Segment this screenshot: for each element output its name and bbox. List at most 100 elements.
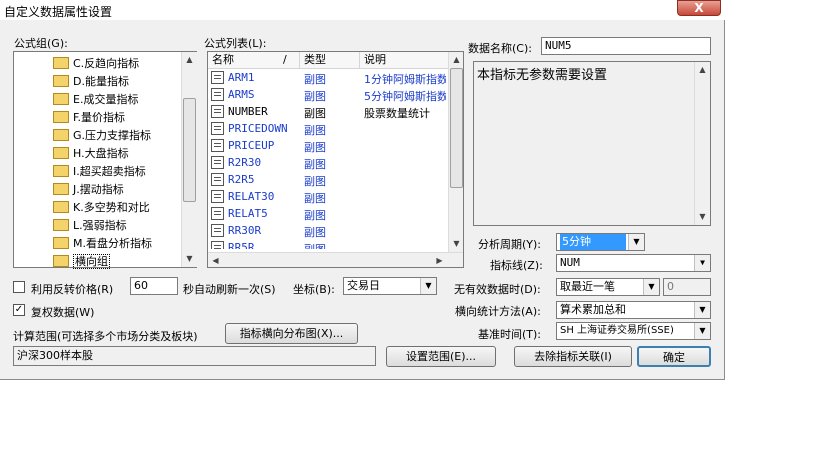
tree-item[interactable]: H.大盘指标 <box>53 145 129 163</box>
tree-item-label: L.强弱指标 <box>73 219 127 232</box>
tree-item[interactable]: J.摆动指标 <box>53 181 124 199</box>
formula-icon <box>211 207 224 220</box>
refresh-seconds-input[interactable]: 60 <box>130 277 178 295</box>
scroll-down-icon[interactable]: ▼ <box>182 251 197 267</box>
cell-type: 副图 <box>304 209 326 222</box>
chevron-down-icon[interactable]: ▼ <box>694 323 710 339</box>
formula-list[interactable]: 名称 / 类型 说明 ARM1 副图 1分钟阿姆斯指数 ARMS 副图 5分钟阿姆斯指数 NU… <box>207 51 464 268</box>
tree-item-label: E.成交量指标 <box>73 93 139 106</box>
cell-type: 副图 <box>304 226 326 239</box>
tree-item[interactable]: C.反趋向指标 <box>53 55 139 73</box>
cell-description: 1分钟阿姆斯指数 <box>364 73 446 86</box>
description-box: 本指标无参数需要设置 ▲ ▼ <box>473 61 711 226</box>
reverse-price-checkbox[interactable] <box>13 281 25 293</box>
close-button[interactable]: X <box>677 0 721 16</box>
tree-item[interactable]: D.能量指标 <box>53 73 129 91</box>
tree-item[interactable]: L.强弱指标 <box>53 217 127 235</box>
scroll-thumb[interactable] <box>183 98 196 202</box>
indicator-line-select[interactable]: NUM ▼ <box>556 254 711 272</box>
folder-icon <box>53 183 69 195</box>
axis-select[interactable]: 交易日 ▼ <box>343 277 437 295</box>
ok-button[interactable]: 确定 <box>637 346 711 367</box>
table-row[interactable]: RELAT5 副图 <box>208 205 448 222</box>
cell-type: 副图 <box>304 141 326 154</box>
chevron-down-icon[interactable]: ▼ <box>628 234 644 250</box>
scope-field: 沪深300样本股 <box>13 346 376 366</box>
stat-method-select[interactable]: 算术累加总和 ▼ <box>556 301 711 319</box>
scroll-up-icon[interactable]: ▲ <box>449 52 463 68</box>
table-row[interactable]: RR30R 副图 <box>208 222 448 239</box>
table-row[interactable]: NUMBER 副图 股票数量统计 <box>208 103 448 120</box>
list-hscrollbar[interactable]: ◀ ▶ <box>208 252 463 267</box>
adjusted-data-checkbox[interactable]: ✓ <box>13 304 25 316</box>
cell-name: RR5R <box>228 241 255 249</box>
invalid-data-select[interactable]: 取最近一笔 ▼ <box>556 278 660 296</box>
cell-type: 副图 <box>304 158 326 171</box>
column-header-desc[interactable]: 说明 <box>360 52 450 69</box>
data-name-input[interactable]: NUM5 <box>541 37 711 55</box>
scroll-up-icon[interactable]: ▲ <box>695 62 710 78</box>
formula-icon <box>211 88 224 101</box>
folder-icon <box>53 75 69 87</box>
period-label: 分析周期(Y): <box>478 238 542 251</box>
table-row[interactable]: PRICEDOWN 副图 <box>208 120 448 137</box>
table-row[interactable]: RR5R 副图 <box>208 239 448 249</box>
scroll-right-icon[interactable]: ▶ <box>432 253 447 267</box>
chevron-down-icon[interactable]: ▼ <box>694 255 710 271</box>
tree-item[interactable]: E.成交量指标 <box>53 91 138 109</box>
table-row[interactable]: R2R5 副图 <box>208 171 448 188</box>
table-row[interactable]: ARM1 副图 1分钟阿姆斯指数 <box>208 69 448 86</box>
formula-icon <box>211 105 224 118</box>
cell-type: 副图 <box>304 241 326 249</box>
formula-icon <box>211 139 224 152</box>
tree-item-label: C.反趋向指标 <box>73 57 140 70</box>
cell-name: R2R5 <box>228 173 255 186</box>
list-vscrollbar[interactable]: ▲ ▼ <box>448 52 463 252</box>
column-header-name[interactable]: 名称 / <box>208 52 300 69</box>
scroll-down-icon[interactable]: ▼ <box>695 209 710 225</box>
chevron-down-icon[interactable]: ▼ <box>420 278 436 294</box>
table-row[interactable]: ARMS 副图 5分钟阿姆斯指数 <box>208 86 448 103</box>
invalid-data-value-input[interactable]: 0 <box>663 278 711 296</box>
scroll-left-icon[interactable]: ◀ <box>208 253 223 267</box>
tree-item[interactable]: 横向组 <box>53 253 110 271</box>
cell-name: PRICEDOWN <box>228 122 288 135</box>
base-time-select[interactable]: SH 上海证券交易所(SSE) ▼ <box>556 322 711 340</box>
scroll-up-icon[interactable]: ▲ <box>182 52 197 68</box>
tree-item[interactable]: I.超买超卖指标 <box>53 163 146 181</box>
distribution-button[interactable]: 指标横向分布图(X)... <box>225 323 358 344</box>
data-name-label: 数据名称(C): <box>468 42 532 55</box>
close-icon: X <box>694 1 704 15</box>
folder-icon <box>53 219 69 231</box>
tree-item[interactable]: K.多空势和对比 <box>53 199 150 217</box>
invalid-data-label: 无有效数据时(D): <box>454 283 541 296</box>
chevron-down-icon[interactable]: ▼ <box>694 302 710 318</box>
table-row[interactable]: R2R30 副图 <box>208 154 448 171</box>
cell-name: RELAT30 <box>228 190 275 203</box>
adjusted-data-label: 复权数据(W) <box>31 306 95 319</box>
formula-icon <box>211 156 224 169</box>
tree-item[interactable]: G.压力支撑指标 <box>53 127 151 145</box>
remove-link-button[interactable]: 去除指标关联(I) <box>514 346 632 367</box>
set-range-button[interactable]: 设置范围(E)... <box>386 346 496 367</box>
cell-description: 5分钟阿姆斯指数 <box>364 90 446 103</box>
checkmark-icon: ✓ <box>14 304 24 315</box>
column-header-type[interactable]: 类型 <box>300 52 360 69</box>
tree-item-label: H.大盘指标 <box>73 147 129 160</box>
formula-group-tree[interactable]: C.反趋向指标 D.能量指标 E.成交量指标 F.量价指标 G.压力支撑指标 H.大盘指标… <box>13 51 197 271</box>
folder-icon <box>53 255 69 267</box>
table-row[interactable]: PRICEUP 副图 <box>208 137 448 154</box>
dialog-window: 自定义数据属性设置 X 公式组(G): C.反趋向指标 D.能量指标 E.成交量指标… <box>0 0 725 380</box>
cell-name: RR30R <box>228 224 262 237</box>
tree-scrollbar[interactable]: ▲ ▼ <box>181 52 197 267</box>
tree-item[interactable]: M.看盘分析指标 <box>53 235 152 253</box>
scroll-down-icon[interactable]: ▼ <box>449 236 463 252</box>
reverse-price-label: 利用反转价格(R) <box>31 283 114 296</box>
description-scrollbar[interactable]: ▲ ▼ <box>694 62 710 225</box>
description-text: 本指标无参数需要设置 <box>477 68 608 83</box>
chevron-down-icon[interactable]: ▼ <box>643 279 659 295</box>
table-row[interactable]: RELAT30 副图 <box>208 188 448 205</box>
scroll-thumb[interactable] <box>450 68 463 188</box>
tree-item[interactable]: F.量价指标 <box>53 109 125 127</box>
period-select[interactable]: 5分钟 ▼ <box>556 233 645 251</box>
